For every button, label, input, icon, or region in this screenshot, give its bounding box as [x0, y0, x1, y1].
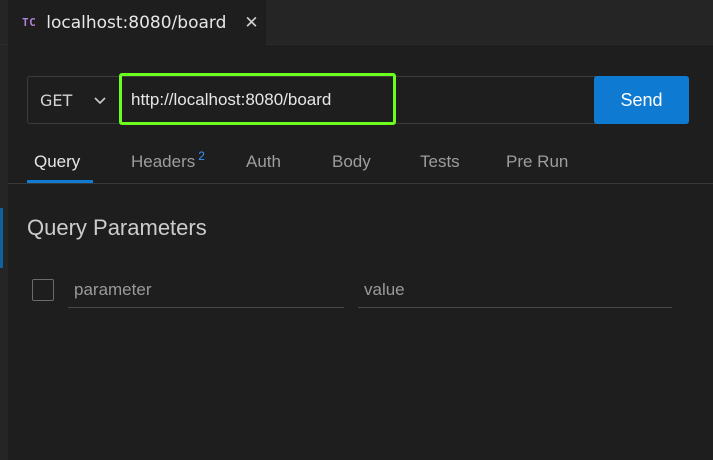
- editor-tab[interactable]: TC localhost:8080/board ✕: [8, 0, 266, 45]
- close-icon[interactable]: ✕: [244, 13, 258, 33]
- param-enable-checkbox[interactable]: [32, 279, 54, 301]
- tab-body-label: Body: [332, 152, 371, 171]
- value-input[interactable]: [358, 272, 672, 308]
- request-tabs: Query Headers 2 Auth Body Tests Pre Run: [8, 140, 713, 184]
- method-select[interactable]: GET: [28, 77, 122, 123]
- chevron-down-icon: [94, 97, 106, 105]
- tab-headers[interactable]: Headers 2: [131, 140, 205, 184]
- url-input[interactable]: [123, 77, 593, 123]
- headers-count-badge: 2: [198, 149, 205, 163]
- tab-title: localhost:8080/board: [46, 12, 227, 33]
- thunder-client-icon: TC: [22, 16, 37, 29]
- send-button[interactable]: Send: [594, 76, 689, 124]
- tab-body[interactable]: Body: [332, 140, 371, 184]
- sidebar-active-indicator: [0, 208, 3, 268]
- tab-query-label: Query: [34, 152, 81, 171]
- tab-pre-run[interactable]: Pre Run: [506, 140, 568, 184]
- request-bar: GET: [27, 76, 689, 124]
- editor-tab-bar: TC localhost:8080/board ✕: [0, 0, 713, 45]
- tab-tests[interactable]: Tests: [420, 140, 460, 184]
- tab-query[interactable]: Query: [34, 140, 80, 184]
- query-parameters-heading: Query Parameters: [27, 215, 207, 240]
- tab-auth-label: Auth: [246, 152, 281, 171]
- method-label: GET: [40, 90, 73, 110]
- parameter-input[interactable]: [68, 272, 344, 308]
- active-tab-underline: [27, 180, 93, 183]
- tab-auth[interactable]: Auth: [246, 140, 281, 184]
- tab-pre-run-label: Pre Run: [506, 152, 569, 171]
- tab-headers-label: Headers: [131, 152, 196, 171]
- thunder-client-request-view: TC localhost:8080/board ✕ GET Send Query…: [0, 0, 713, 460]
- tab-tests-label: Tests: [420, 152, 460, 171]
